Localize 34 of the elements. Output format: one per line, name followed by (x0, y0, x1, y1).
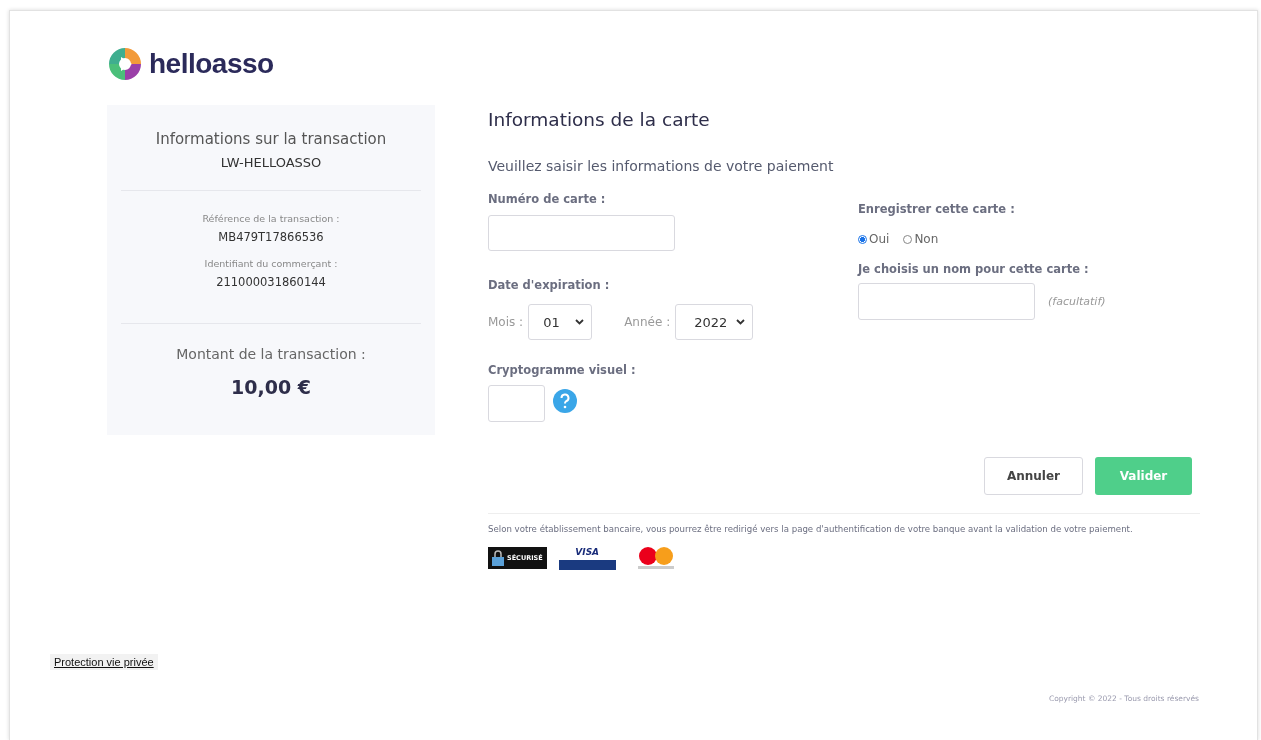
detail-label: Identifiant du commerçant : (204, 258, 338, 269)
field-label: Je choisis un nom pour cette carte : (858, 262, 1090, 276)
cvv-field[interactable] (488, 385, 545, 422)
radio-option[interactable]: Non (903, 232, 939, 246)
year-select[interactable]: 2022 (675, 304, 754, 340)
field-label: Date d'expiration : (488, 278, 611, 292)
month-label: Mois : (488, 315, 524, 329)
caret-icon (575, 319, 585, 325)
help-icon[interactable] (553, 388, 577, 413)
field-label: Numéro de carte : (488, 192, 607, 206)
field-label: Enregistrer cette carte : (858, 202, 1016, 216)
radio-option[interactable]: Oui (858, 232, 890, 246)
year-label: Année : (624, 315, 671, 329)
month-select[interactable]: 01 (528, 304, 593, 340)
visa-badge: VISA (558, 546, 616, 570)
brand-name: helloasso (149, 48, 274, 80)
merchant-name: LW-HELLOASSO (220, 155, 322, 170)
detail-value: MB479T17866536 (218, 230, 324, 244)
amount-value: 10,00 € (231, 376, 311, 398)
card-name-field[interactable] (858, 283, 1035, 320)
summary-title: Informations sur la transaction (155, 130, 387, 148)
cancel-button[interactable]: Annuler (984, 457, 1083, 495)
notice-text: Selon votre établissement bancaire, vous pourrez être redirigé vers la page d'authentification de votre banque avant la validation de votre paiement. (488, 524, 1134, 534)
amount-label: Montant de la transaction : (176, 346, 366, 362)
caret-icon (736, 319, 746, 325)
optional-hint: (facultatif) (1048, 295, 1106, 308)
field-label: Cryptogramme visuel : (488, 363, 637, 377)
privacy-link[interactable]: Protection vie privée (50, 654, 158, 670)
form-subtitle: Veuillez saisir les informations de votre paiement (488, 158, 835, 174)
detail-value: 211000031860144 (216, 275, 326, 289)
card-number-field[interactable] (488, 215, 675, 251)
logo-icon (107, 46, 143, 82)
detail-label: Référence de la transaction : (202, 213, 340, 224)
form-title: Informations de la carte (488, 109, 711, 130)
